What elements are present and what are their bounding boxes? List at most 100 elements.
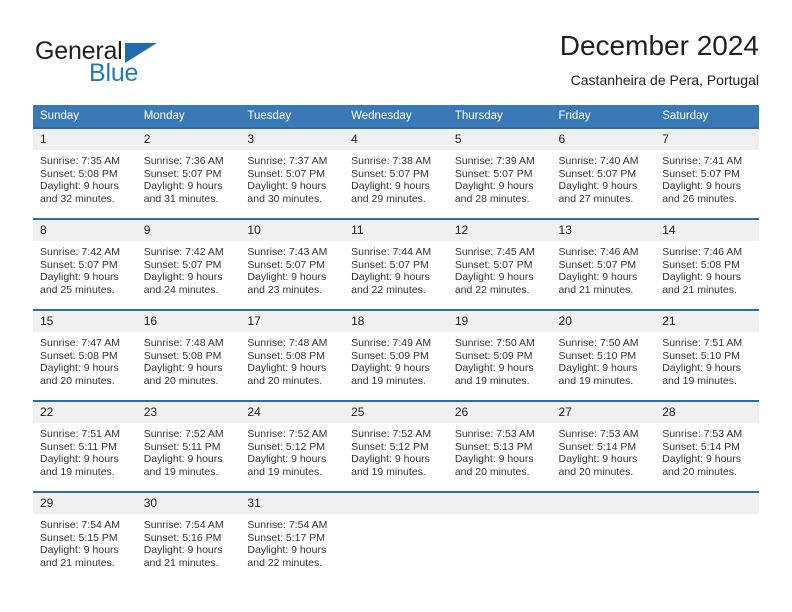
sunset-text: Sunset: 5:09 PM bbox=[454, 349, 533, 362]
day-details: Sunrise: 7:41 AM Sunset: 5:07 PM Daylight:… bbox=[655, 150, 759, 205]
calendar-day-cell[interactable]: 11 Sunrise: 7:44 AM Sunset: 5:07 PM Dayligh… bbox=[344, 218, 448, 302]
week-spacer-cell bbox=[33, 211, 759, 219]
daylight-text-line2: and 20 minutes. bbox=[558, 465, 634, 478]
calendar-day-cell[interactable]: 13 Sunrise: 7:46 AM Sunset: 5:07 PM Dayligh… bbox=[551, 218, 656, 302]
day-cell-inner: 9 Sunrise: 7:42 AM Sunset: 5:07 PM Daylight… bbox=[136, 220, 241, 302]
calendar-day-cell[interactable]: 18 Sunrise: 7:49 AM Sunset: 5:09 PM Dayligh… bbox=[344, 309, 448, 393]
sunrise-text: Sunrise: 7:54 AM bbox=[247, 519, 328, 531]
page-header: General Blue December 2024 Castanheira d… bbox=[33, 28, 759, 98]
calendar-day-cell[interactable]: 6 Sunrise: 7:40 AM Sunset: 5:07 PM Daylight… bbox=[551, 127, 656, 211]
daylight-text-line1: Daylight: 9 hours bbox=[454, 271, 534, 284]
calendar-day-cell[interactable]: 5 Sunrise: 7:39 AM Sunset: 5:07 PM Daylight… bbox=[447, 127, 552, 211]
calendar-header-row: Sunday Monday Tuesday Wednesday Thursday… bbox=[33, 105, 759, 128]
calendar-day-cell[interactable]: 30 Sunrise: 7:54 AM Sunset: 5:16 PM Dayligh… bbox=[136, 491, 241, 575]
daylight-text-line1: Daylight: 9 hours bbox=[351, 271, 430, 284]
daylight-text-line2: and 26 minutes. bbox=[662, 192, 737, 205]
sunset-text: Sunset: 5:11 PM bbox=[40, 440, 117, 453]
daylight-text-line1: Daylight: 9 hours bbox=[40, 544, 119, 557]
sunrise-text: Sunrise: 7:52 AM bbox=[351, 428, 432, 440]
sunset-text: Sunset: 5:07 PM bbox=[454, 167, 533, 180]
sunrise-text: Sunrise: 7:50 AM bbox=[454, 337, 535, 349]
sunrise-text: Sunrise: 7:46 AM bbox=[662, 246, 743, 258]
daylight-text-line1: Daylight: 9 hours bbox=[247, 362, 327, 375]
daylight-text-line2: and 31 minutes. bbox=[143, 192, 219, 205]
calendar-day-cell[interactable]: 15 Sunrise: 7:47 AM Sunset: 5:08 PM Dayligh… bbox=[33, 309, 137, 393]
day-number bbox=[551, 493, 656, 514]
day-number: 15 bbox=[33, 311, 137, 332]
week-spacer-cell bbox=[33, 302, 759, 310]
calendar-day-cell[interactable]: 21 Sunrise: 7:51 AM Sunset: 5:10 PM Dayligh… bbox=[655, 309, 759, 393]
calendar-day-cell[interactable]: 31 Sunrise: 7:54 AM Sunset: 5:17 PM Dayligh… bbox=[240, 491, 345, 575]
day-number: 2 bbox=[136, 129, 241, 150]
calendar-day-cell[interactable]: 7 Sunrise: 7:41 AM Sunset: 5:07 PM Daylight… bbox=[655, 127, 759, 211]
sunset-text: Sunset: 5:08 PM bbox=[143, 349, 222, 362]
calendar-day-cell[interactable]: 10 Sunrise: 7:43 AM Sunset: 5:07 PM Dayligh… bbox=[240, 218, 345, 302]
sunset-text: Sunset: 5:07 PM bbox=[662, 167, 740, 180]
calendar-day-cell[interactable]: 28 Sunrise: 7:53 AM Sunset: 5:14 PM Dayligh… bbox=[655, 400, 759, 484]
sunset-text: Sunset: 5:07 PM bbox=[454, 258, 533, 271]
calendar-day-cell[interactable]: 27 Sunrise: 7:53 AM Sunset: 5:14 PM Dayligh… bbox=[551, 400, 656, 484]
day-number bbox=[655, 493, 759, 514]
day-number: 31 bbox=[240, 493, 345, 514]
day-cell-inner: 10 Sunrise: 7:43 AM Sunset: 5:07 PM Dayligh… bbox=[240, 220, 345, 302]
day-details: Sunrise: 7:42 AM Sunset: 5:07 PM Daylight:… bbox=[33, 241, 137, 296]
calendar-day-cell[interactable]: 16 Sunrise: 7:48 AM Sunset: 5:08 PM Dayligh… bbox=[136, 309, 241, 393]
sunrise-text: Sunrise: 7:49 AM bbox=[351, 337, 432, 349]
sunset-text: Sunset: 5:07 PM bbox=[143, 258, 222, 271]
calendar-day-cell[interactable]: 8 Sunrise: 7:42 AM Sunset: 5:07 PM Daylight… bbox=[33, 218, 137, 302]
day-details: Sunrise: 7:54 AM Sunset: 5:16 PM Daylight:… bbox=[137, 514, 241, 569]
day-cell-inner: 28 Sunrise: 7:53 AM Sunset: 5:14 PM Dayligh… bbox=[655, 402, 759, 484]
sunrise-text: Sunrise: 7:53 AM bbox=[454, 428, 535, 440]
calendar-day-cell[interactable]: 29 Sunrise: 7:54 AM Sunset: 5:15 PM Dayligh… bbox=[33, 491, 137, 575]
weekday-header-wednesday: Wednesday bbox=[344, 105, 448, 128]
calendar-day-cell[interactable]: 14 Sunrise: 7:46 AM Sunset: 5:08 PM Dayligh… bbox=[655, 218, 759, 302]
calendar-day-cell[interactable]: 25 Sunrise: 7:52 AM Sunset: 5:12 PM Dayligh… bbox=[344, 400, 448, 484]
calendar-day-cell[interactable]: 9 Sunrise: 7:42 AM Sunset: 5:07 PM Daylight… bbox=[136, 218, 241, 302]
calendar-day-cell[interactable]: 22 Sunrise: 7:51 AM Sunset: 5:11 PM Dayligh… bbox=[33, 400, 137, 484]
calendar-day-cell[interactable]: 23 Sunrise: 7:52 AM Sunset: 5:11 PM Dayligh… bbox=[136, 400, 241, 484]
calendar-day-cell[interactable]: 3 Sunrise: 7:37 AM Sunset: 5:07 PM Daylight… bbox=[240, 127, 345, 211]
day-number: 4 bbox=[344, 129, 448, 150]
day-cell-inner bbox=[655, 493, 759, 575]
calendar-day-cell[interactable]: 17 Sunrise: 7:48 AM Sunset: 5:08 PM Dayligh… bbox=[240, 309, 345, 393]
sunset-text: Sunset: 5:10 PM bbox=[662, 349, 740, 362]
day-number: 10 bbox=[240, 220, 345, 241]
day-number: 8 bbox=[33, 220, 137, 241]
sunrise-text: Sunrise: 7:44 AM bbox=[351, 246, 432, 258]
calendar-day-cell[interactable]: 20 Sunrise: 7:50 AM Sunset: 5:10 PM Dayligh… bbox=[551, 309, 656, 393]
week-spacer-cell bbox=[33, 484, 759, 492]
daylight-text-line2: and 20 minutes. bbox=[454, 465, 530, 478]
day-details: Sunrise: 7:35 AM Sunset: 5:08 PM Daylight:… bbox=[33, 150, 137, 205]
day-details: Sunrise: 7:43 AM Sunset: 5:07 PM Daylight:… bbox=[240, 241, 344, 296]
sunset-text: Sunset: 5:16 PM bbox=[143, 531, 222, 544]
calendar-day-cell[interactable]: 4 Sunrise: 7:38 AM Sunset: 5:07 PM Daylight… bbox=[344, 127, 448, 211]
daylight-text-line1: Daylight: 9 hours bbox=[351, 362, 430, 375]
day-details: Sunrise: 7:48 AM Sunset: 5:08 PM Daylight:… bbox=[240, 332, 344, 387]
daylight-text-line1: Daylight: 9 hours bbox=[143, 544, 223, 557]
sunset-text: Sunset: 5:14 PM bbox=[558, 440, 637, 453]
calendar-day-cell[interactable]: 26 Sunrise: 7:53 AM Sunset: 5:13 PM Dayligh… bbox=[447, 400, 552, 484]
general-blue-logo[interactable]: General Blue bbox=[33, 36, 233, 92]
day-cell-inner: 29 Sunrise: 7:54 AM Sunset: 5:15 PM Dayligh… bbox=[33, 493, 137, 575]
daylight-text-line1: Daylight: 9 hours bbox=[247, 271, 327, 284]
daylight-text-line1: Daylight: 9 hours bbox=[351, 453, 430, 466]
day-cell-inner: 3 Sunrise: 7:37 AM Sunset: 5:07 PM Daylight… bbox=[240, 129, 345, 211]
calendar-day-cell[interactable]: 19 Sunrise: 7:50 AM Sunset: 5:09 PM Dayligh… bbox=[447, 309, 552, 393]
weekday-header-monday: Monday bbox=[136, 105, 241, 128]
day-cell-inner bbox=[551, 493, 656, 575]
calendar-day-cell[interactable]: 1 Sunrise: 7:35 AM Sunset: 5:08 PM Daylight… bbox=[33, 127, 137, 211]
calendar-day-cell[interactable]: 24 Sunrise: 7:52 AM Sunset: 5:12 PM Dayligh… bbox=[240, 400, 345, 484]
calendar-day-cell[interactable]: 12 Sunrise: 7:45 AM Sunset: 5:07 PM Dayligh… bbox=[447, 218, 552, 302]
day-details: Sunrise: 7:38 AM Sunset: 5:07 PM Daylight:… bbox=[344, 150, 448, 205]
day-details: Sunrise: 7:37 AM Sunset: 5:07 PM Daylight:… bbox=[240, 150, 344, 205]
sunrise-text: Sunrise: 7:42 AM bbox=[143, 246, 224, 258]
sunrise-text: Sunrise: 7:51 AM bbox=[662, 337, 743, 349]
calendar-day-cell[interactable]: 2 Sunrise: 7:36 AM Sunset: 5:07 PM Daylight… bbox=[136, 127, 241, 211]
day-number: 18 bbox=[344, 311, 448, 332]
daylight-text-line1: Daylight: 9 hours bbox=[662, 453, 742, 466]
daylight-text-line2: and 28 minutes. bbox=[454, 192, 530, 205]
sunset-text: Sunset: 5:13 PM bbox=[454, 440, 533, 453]
calendar-table: Sunday Monday Tuesday Wednesday Thursday… bbox=[33, 105, 759, 575]
day-details: Sunrise: 7:54 AM Sunset: 5:15 PM Daylight:… bbox=[33, 514, 137, 569]
sunrise-text: Sunrise: 7:52 AM bbox=[247, 428, 328, 440]
